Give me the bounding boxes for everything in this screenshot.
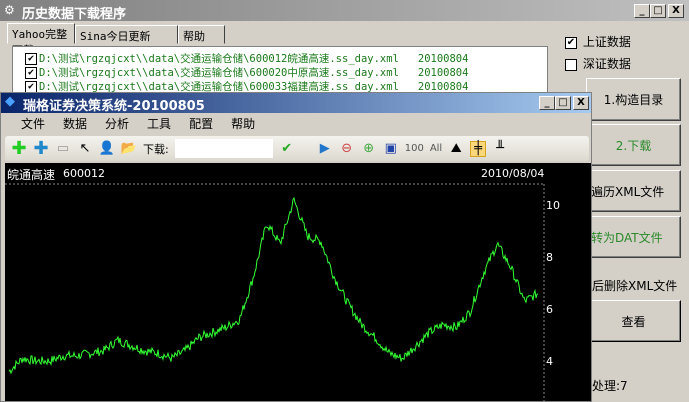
download-label: 下载: (143, 142, 169, 156)
bar-chart-icon[interactable]: ╨ (492, 141, 508, 157)
menu-tools[interactable]: 工具 (147, 115, 171, 132)
tree-item[interactable]: ✔ D:\测试\rgzqjcxt\\data\交通运输仓储\600020中原高速.… (25, 65, 468, 79)
file-date: 20100804 (417, 67, 469, 79)
shanghai-label: 上证数据 (582, 35, 631, 49)
shenzhen-checkbox[interactable] (565, 58, 577, 71)
user-icon[interactable]: 👤 (99, 141, 115, 157)
logo-icon: ◆ (5, 94, 15, 109)
confirm-check-icon[interactable]: ✔ (279, 141, 295, 157)
y-tick-label: 8 (546, 251, 553, 264)
build-directory-button[interactable]: 1.构造目录 (586, 78, 681, 121)
child-maximize-button[interactable]: □ (555, 96, 571, 110)
close-button[interactable]: X (668, 4, 684, 18)
download-input[interactable] (174, 139, 273, 158)
y-tick-label: 4 (546, 355, 553, 368)
file-date: 20100804 (417, 53, 469, 65)
child-close-button[interactable]: X (573, 96, 589, 110)
file-path: D:\测试\rgzqjcxt\\data\交通运输仓储\600012皖通高速.s… (39, 53, 399, 65)
y-tick-label: 6 (546, 303, 553, 316)
main-title-bar: ⚙ 历史数据下载程序 (0, 0, 689, 22)
view-button[interactable]: 查看 (586, 300, 681, 342)
select-area-icon[interactable]: ▣ (383, 141, 399, 157)
file-tree[interactable]: ✔ D:\测试\rgzqjcxt\\data\交通运输仓储\600012皖通高速.… (12, 46, 548, 96)
child-title-bar: ◆ 瑞格证券决策系统-20100805 (1, 93, 591, 114)
menu-file[interactable]: 文件 (21, 115, 45, 132)
shanghai-checkbox[interactable]: ✔ (565, 36, 577, 49)
shenzhen-label: 深证数据 (582, 57, 631, 71)
child-minimize-button[interactable]: _ (539, 96, 555, 110)
menu-config[interactable]: 配置 (189, 115, 213, 132)
add-green-icon[interactable]: ✚ (11, 138, 27, 159)
menu-analysis[interactable]: 分析 (105, 115, 129, 132)
traverse-xml-button[interactable]: 遍历XML文件 (586, 170, 681, 212)
price-chart[interactable]: 皖通高速 600012 2010/08/04 4 6 8 10 (5, 163, 591, 401)
zoom-all-button[interactable]: All (430, 143, 442, 154)
menu-help[interactable]: 帮助 (231, 115, 255, 132)
line-chart-icon[interactable]: ⛰ (448, 141, 464, 157)
tree-item[interactable]: ✔ D:\测试\rgzqjcxt\\data\交通运输仓储\600033福建高速.… (25, 79, 468, 93)
candlestick-icon[interactable]: ╪ (470, 140, 487, 157)
checkbox[interactable]: ✔ (25, 53, 37, 65)
main-window-title: 历史数据下载程序 (22, 7, 127, 22)
add-blue-icon[interactable]: ✚ (33, 138, 49, 159)
price-line (8, 196, 539, 375)
open-folder-icon[interactable]: 📂 (121, 141, 137, 157)
menu-data[interactable]: 数据 (63, 115, 87, 132)
tab-help[interactable]: 帮助 (178, 25, 225, 44)
delete-xml-label: 后删除XML文件 (592, 279, 678, 293)
file-path: D:\测试\rgzqjcxt\\data\交通运输仓储\600020中原高速.s… (39, 67, 399, 79)
zoom-in-icon[interactable]: ⊕ (361, 141, 377, 157)
play-icon[interactable]: ▶ (317, 141, 333, 157)
zoom-out-icon[interactable]: ⊖ (339, 141, 355, 157)
y-tick-label: 10 (546, 199, 560, 212)
shanghai-option[interactable]: ✔ 上证数据 (565, 33, 631, 50)
maximize-button[interactable]: □ (650, 4, 666, 18)
convert-dat-button[interactable]: 转为DAT文件 (586, 216, 681, 258)
tab-yahoo[interactable]: Yahoo完整下载 (7, 23, 75, 57)
checkbox[interactable]: ✔ (25, 67, 37, 79)
toolbar: ✚ ✚ ▭ ↖ 👤 📂 下载: ✔ ▶ ⊖ ⊕ ▣ 100 All ⛰ ╪ ╨ (5, 136, 589, 161)
download-button[interactable]: 2.下载 (586, 124, 681, 166)
help-pointer-icon[interactable]: ↖ (77, 141, 93, 157)
tab-sina[interactable]: Sina今日更新 (75, 25, 178, 44)
child-window-title: 瑞格证券决策系统-20100805 (23, 99, 205, 114)
window-icon[interactable]: ▭ (55, 141, 71, 157)
minimize-button[interactable]: _ (634, 4, 650, 18)
tree-item[interactable]: ✔ D:\测试\rgzqjcxt\\data\交通运输仓储\600012皖通高速.… (25, 51, 468, 65)
processed-count: 处理:7 (592, 379, 628, 393)
app-icon: ⚙ (4, 3, 15, 17)
menu-bar: 文件 数据 分析 工具 配置 帮助 (21, 115, 255, 132)
shenzhen-option[interactable]: 深证数据 (565, 55, 631, 72)
child-window: ◆ 瑞格证券决策系统-20100805 _ □ X 文件 数据 分析 工具 配置… (0, 92, 592, 402)
zoom-100-button[interactable]: 100 (405, 143, 424, 154)
chart-plot: 4 6 8 10 (5, 183, 560, 401)
